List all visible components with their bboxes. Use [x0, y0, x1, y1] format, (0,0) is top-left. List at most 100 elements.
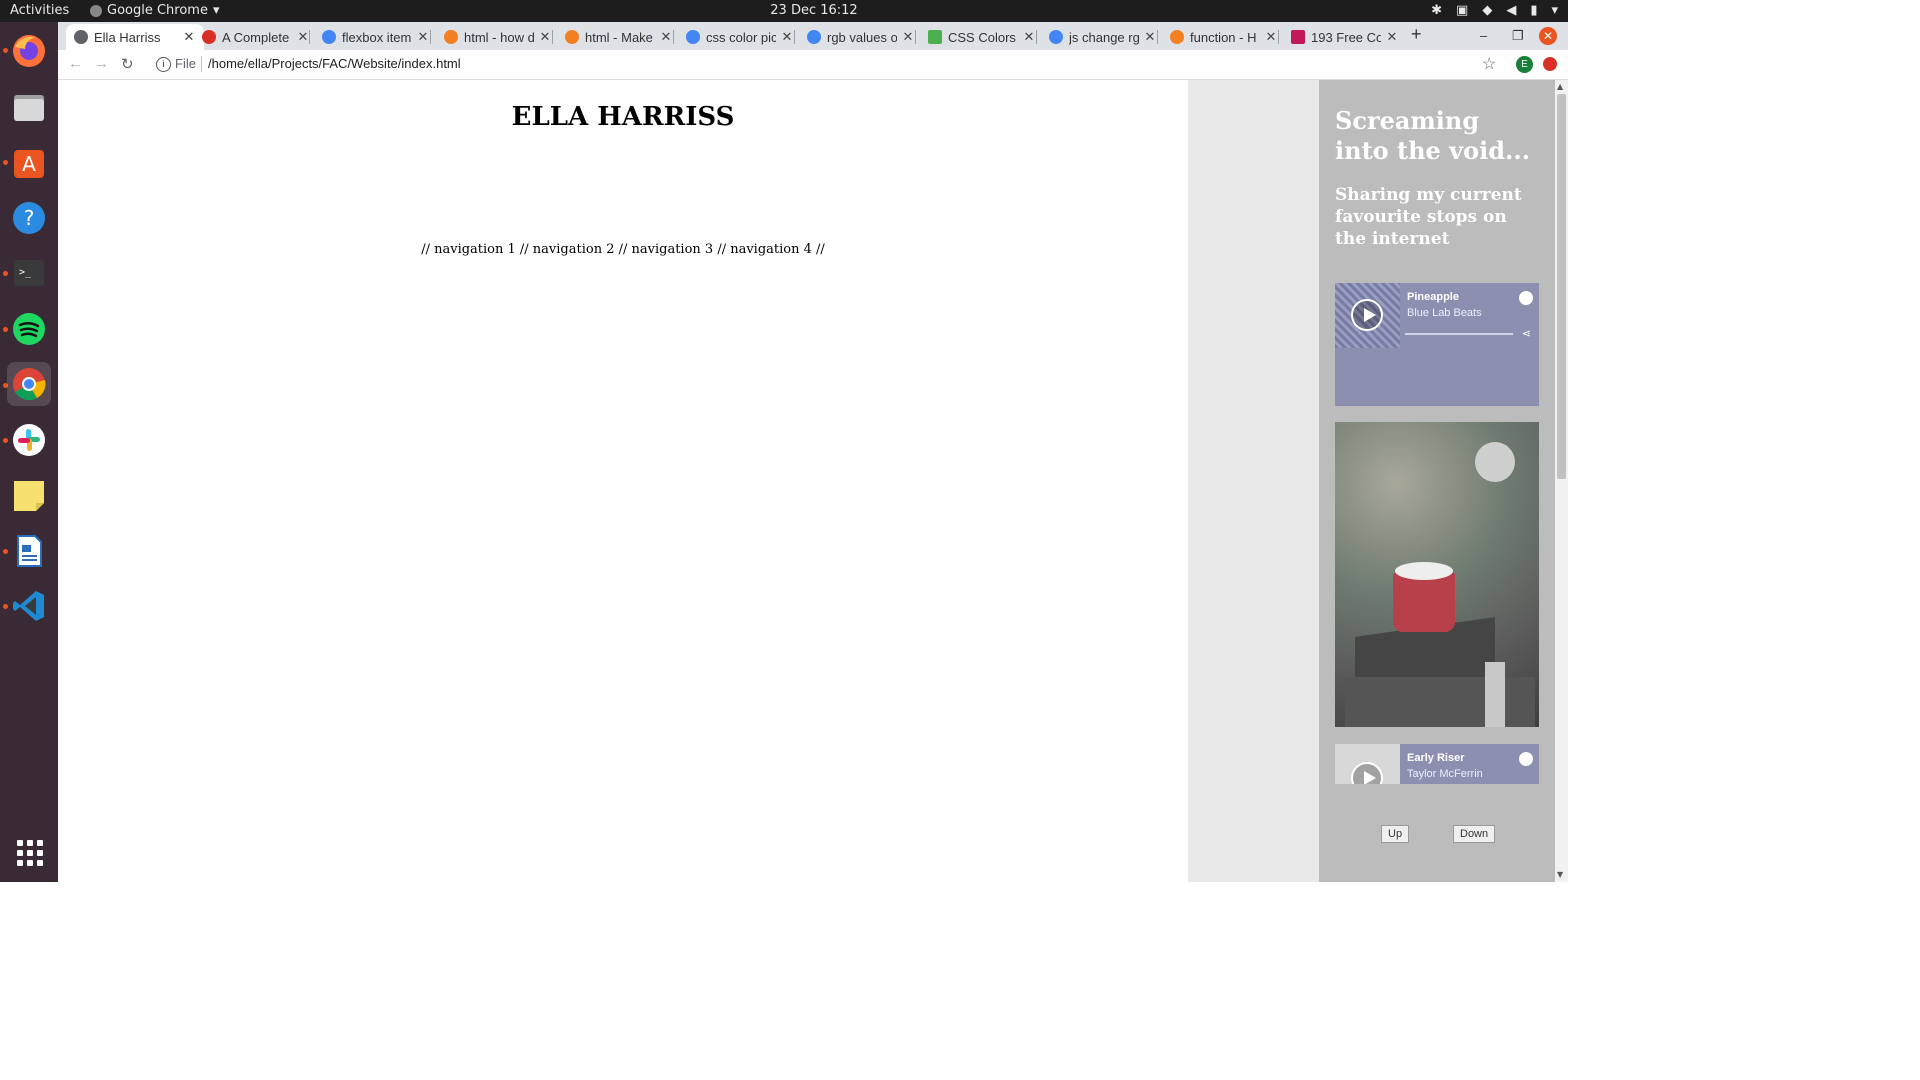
tab-193-free-codes[interactable]: 193 Free Co ✕	[1285, 24, 1405, 50]
tab-label: A Complete	[222, 29, 290, 45]
chrome-icon[interactable]	[7, 362, 51, 406]
close-icon[interactable]: ✕	[416, 29, 430, 45]
tab-js-change-rgb[interactable]: js change rg ✕	[1043, 24, 1163, 50]
new-tab-button[interactable]: +	[1411, 24, 1422, 45]
tab-html-how[interactable]: html - how d ✕	[438, 24, 558, 50]
slack-icon[interactable]	[7, 418, 51, 462]
track-title[interactable]: Early Riser	[1407, 752, 1464, 764]
scroll-down-arrow-icon[interactable]: ▼	[1557, 870, 1563, 879]
tab-separator	[1036, 30, 1037, 44]
tab-css-color-picker[interactable]: css color pic ✕	[680, 24, 800, 50]
notes-icon[interactable]	[7, 473, 51, 517]
tab-label: flexbox item	[342, 29, 412, 45]
tab-css-colors[interactable]: CSS Colors ✕	[922, 24, 1042, 50]
progress-bar[interactable]	[1405, 333, 1513, 335]
gift-box	[1345, 677, 1535, 727]
close-icon[interactable]: ✕	[296, 29, 310, 45]
google-icon	[322, 30, 336, 44]
close-icon[interactable]: ✕	[659, 29, 673, 45]
close-window-icon[interactable]: ✕	[1539, 27, 1557, 45]
files-icon[interactable]	[7, 85, 51, 129]
track-artist[interactable]: Taylor McFerrin	[1407, 768, 1483, 780]
zoom-tray-icon[interactable]: ▣	[1456, 3, 1468, 18]
svg-text:>_: >_	[19, 267, 32, 278]
browser-toolbar: ← → ↻ i File /home/ella/Projects/FAC/Web…	[58, 50, 1568, 80]
spotify-icon[interactable]	[1519, 291, 1533, 305]
spotify-icon[interactable]	[7, 307, 51, 351]
battery-icon[interactable]: ▮	[1530, 3, 1537, 18]
svg-text:A: A	[22, 152, 36, 176]
help-icon[interactable]: ?	[7, 196, 51, 240]
close-icon[interactable]: ✕	[1022, 29, 1036, 45]
forward-arrow-icon[interactable]: →	[94, 55, 109, 72]
tab-html-make[interactable]: html - Make ✕	[559, 24, 679, 50]
spotify-embed-early-riser[interactable]: Early Riser Taylor McFerrin	[1335, 744, 1539, 784]
back-arrow-icon[interactable]: ←	[68, 55, 83, 72]
close-icon[interactable]: ✕	[1385, 29, 1399, 45]
scrollbar-thumb[interactable]	[1557, 94, 1566, 479]
close-icon[interactable]: ✕	[901, 29, 915, 45]
ribbon	[1485, 662, 1505, 727]
close-icon[interactable]: ✕	[1143, 29, 1157, 45]
page-scrollbar[interactable]: ▲ ▼	[1555, 80, 1568, 882]
google-icon	[807, 30, 821, 44]
google-icon	[686, 30, 700, 44]
volume-icon[interactable]: ◀	[1506, 3, 1516, 18]
tab-ella-harriss[interactable]: Ella Harriss ✕	[66, 24, 204, 50]
terminal-icon[interactable]: >_	[7, 251, 51, 295]
site-navigation[interactable]: // navigation 1 // navigation 2 // navig…	[58, 242, 1188, 257]
stackoverflow-icon	[444, 30, 458, 44]
close-icon[interactable]: ✕	[182, 29, 196, 45]
up-button[interactable]: Up	[1381, 825, 1410, 843]
tab-flexbox-item[interactable]: flexbox item ✕	[316, 24, 436, 50]
info-icon[interactable]: i	[156, 57, 171, 72]
profile-avatar[interactable]: E	[1516, 56, 1533, 73]
reload-icon[interactable]: ↻	[121, 55, 134, 73]
restore-icon[interactable]: ❐	[1512, 28, 1524, 44]
w3schools-icon	[928, 30, 942, 44]
scheme-chip[interactable]: File	[175, 56, 196, 71]
track-title[interactable]: Pineapple	[1407, 291, 1459, 303]
spotify-icon[interactable]	[1519, 752, 1533, 766]
software-icon[interactable]: A	[7, 140, 51, 184]
tab-function[interactable]: function - H ✕	[1164, 24, 1284, 50]
svg-text:?: ?	[24, 206, 35, 230]
spotify-embed-pineapple[interactable]: Pineapple Blue Lab Beats ⋖	[1335, 283, 1539, 406]
close-icon[interactable]: ✕	[1264, 29, 1278, 45]
vscode-icon[interactable]	[7, 584, 51, 628]
address-separator	[201, 56, 202, 72]
chevron-down-icon[interactable]: ▾	[1551, 3, 1558, 18]
google-icon	[1049, 30, 1063, 44]
slack-tray-icon[interactable]: ✱	[1431, 3, 1442, 18]
app-grid-icon[interactable]	[17, 840, 43, 866]
main-content: ELLA HARRISS // navigation 1 // navigati…	[58, 80, 1188, 882]
firefox-icon[interactable]	[7, 29, 51, 73]
clock[interactable]: 23 Dec 16:12	[0, 3, 1628, 18]
globe-icon	[74, 30, 88, 44]
tab-separator	[430, 30, 431, 44]
writer-icon[interactable]	[7, 529, 51, 573]
down-button[interactable]: Down	[1453, 825, 1496, 843]
wifi-icon[interactable]: ◆	[1482, 3, 1492, 18]
scroll-up-arrow-icon[interactable]: ▲	[1557, 82, 1563, 91]
close-icon[interactable]: ✕	[780, 29, 794, 45]
play-icon[interactable]	[1351, 299, 1383, 331]
close-icon[interactable]: ✕	[538, 29, 552, 45]
minimize-icon[interactable]: –	[1480, 28, 1487, 43]
tab-label: js change rg	[1069, 29, 1139, 45]
tab-separator	[794, 30, 795, 44]
system-tray[interactable]: ✱ ▣ ◆ ◀ ▮ ▾	[1431, 3, 1558, 18]
tab-separator	[1157, 30, 1158, 44]
share-icon[interactable]: ⋖	[1522, 327, 1531, 340]
stackoverflow-icon	[565, 30, 579, 44]
bookmark-star-icon[interactable]: ☆	[1482, 54, 1496, 74]
extension-icon[interactable]	[1543, 57, 1557, 71]
stackoverflow-icon	[1170, 30, 1184, 44]
red-mug	[1393, 572, 1455, 632]
address-bar[interactable]: /home/ella/Projects/FAC/Website/index.ht…	[208, 56, 461, 71]
tab-a-complete[interactable]: A Complete ✕	[196, 24, 316, 50]
marshmallows	[1395, 562, 1453, 580]
tab-rgb-values[interactable]: rgb values o ✕	[801, 24, 921, 50]
page-title: ELLA HARRISS	[511, 102, 735, 132]
track-artist[interactable]: Blue Lab Beats	[1407, 307, 1482, 319]
